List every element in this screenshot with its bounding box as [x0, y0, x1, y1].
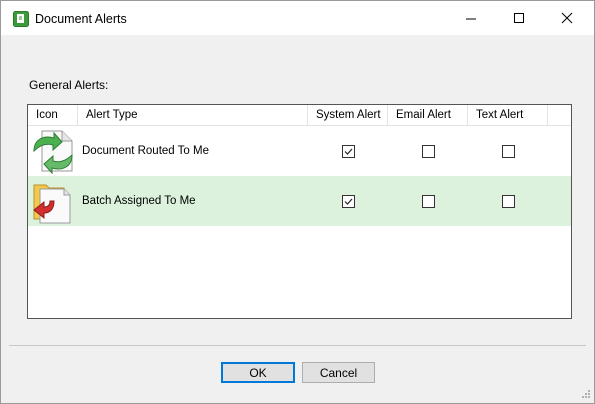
system-alert-checkbox[interactable] [342, 195, 355, 208]
email-alert-checkbox[interactable] [422, 195, 435, 208]
column-header-alert-type[interactable]: Alert Type [78, 105, 308, 125]
email-alert-checkbox[interactable] [422, 145, 435, 158]
alert-type-label: Document Routed To Me [82, 145, 209, 157]
grid-header: Icon Alert Type System Alert Email Alert… [28, 105, 571, 126]
alert-type-label: Batch Assigned To Me [82, 195, 196, 207]
resize-grip-icon[interactable] [579, 387, 591, 399]
close-icon [561, 12, 573, 24]
window-title: Document Alerts [35, 12, 127, 26]
system-alert-checkbox[interactable] [342, 145, 355, 158]
text-alert-checkbox[interactable] [502, 195, 515, 208]
document-alerts-window: Document Alerts General Alerts: Icon Ale… [0, 0, 595, 404]
close-button[interactable] [544, 1, 590, 35]
batch-assigned-icon [33, 184, 71, 224]
table-row[interactable]: Document Routed To Me [28, 126, 571, 176]
column-header-text-alert[interactable]: Text Alert [468, 105, 548, 125]
footer-divider [9, 345, 586, 346]
text-alert-checkbox[interactable] [502, 145, 515, 158]
app-icon [13, 11, 29, 27]
checkmark-icon [344, 198, 353, 205]
document-routed-icon [33, 130, 73, 175]
alerts-grid: Icon Alert Type System Alert Email Alert… [27, 104, 572, 319]
cancel-button[interactable]: Cancel [302, 362, 375, 383]
table-row[interactable]: Batch Assigned To Me [28, 176, 571, 226]
checkmark-icon [344, 148, 353, 155]
minimize-icon [466, 18, 476, 20]
maximize-button[interactable] [496, 1, 542, 35]
column-header-icon[interactable]: Icon [28, 105, 78, 125]
maximize-icon [514, 13, 524, 23]
column-header-system-alert[interactable]: System Alert [308, 105, 388, 125]
column-header-email-alert[interactable]: Email Alert [388, 105, 468, 125]
ok-button[interactable]: OK [221, 362, 295, 383]
title-bar[interactable]: Document Alerts [1, 1, 594, 35]
minimize-button[interactable] [448, 1, 494, 35]
general-alerts-label: General Alerts: [29, 78, 109, 92]
